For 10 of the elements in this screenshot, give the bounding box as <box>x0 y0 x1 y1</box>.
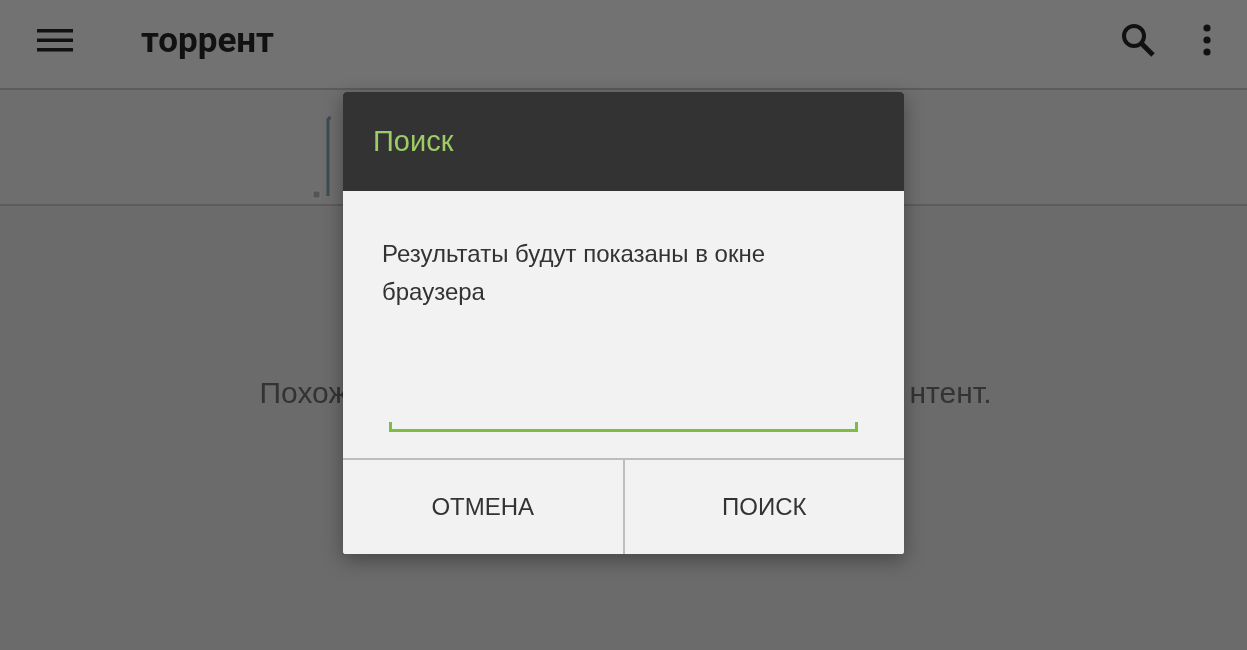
dialog-message: Результаты будут показаны в окне браузера <box>382 239 766 307</box>
dialog-title: Поиск <box>373 125 454 158</box>
dialog-button[interactable]: ПОИСК <box>622 460 904 554</box>
empty-message-text: нтент. <box>909 376 992 410</box>
dialog-button[interactable]: ОТМЕНА <box>343 460 623 554</box>
search-icon[interactable] <box>1121 23 1155 57</box>
more-options-icon[interactable] <box>1203 24 1211 56</box>
broken-image-icon <box>312 116 332 200</box>
toolbar-title: торрент <box>141 19 275 61</box>
menu-icon[interactable] <box>37 28 73 52</box>
